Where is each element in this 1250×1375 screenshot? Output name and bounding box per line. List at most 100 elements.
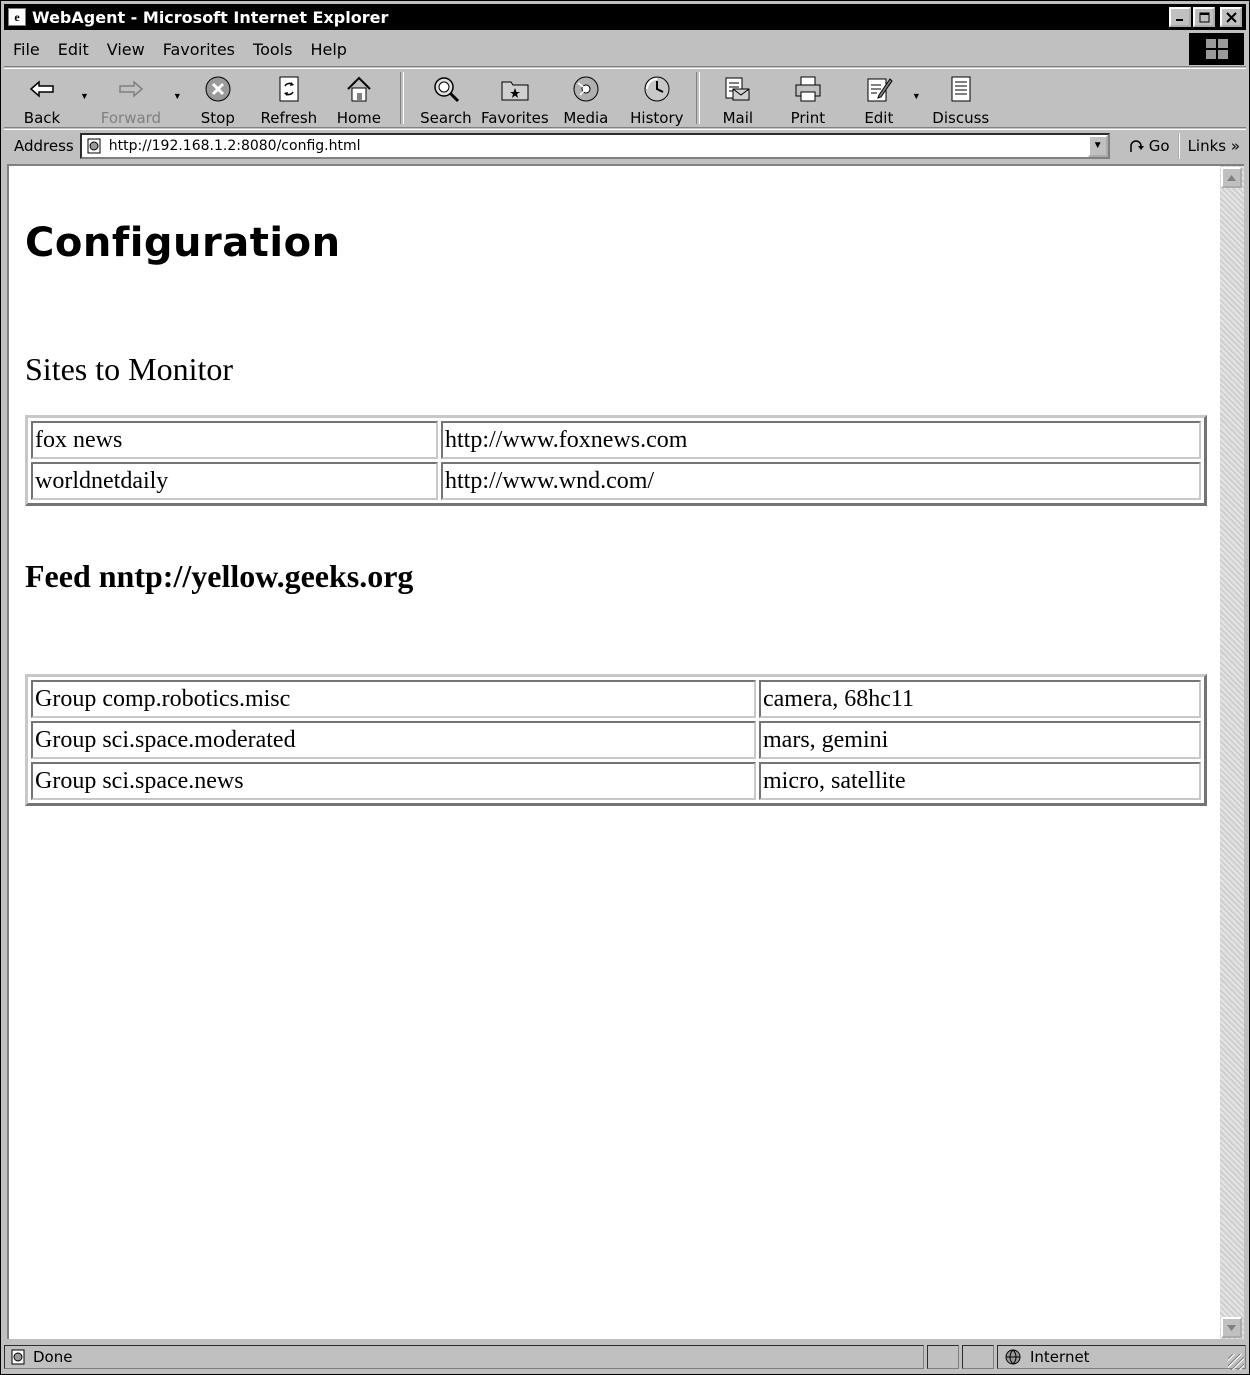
discuss-button[interactable]: Discuss (921, 69, 1001, 127)
back-dropdown-icon[interactable]: ▼ (80, 91, 89, 101)
stop-icon (203, 74, 233, 104)
security-zone-panel: Internet (997, 1345, 1246, 1369)
resize-grip[interactable] (1228, 1354, 1244, 1370)
sites-heading: Sites to Monitor (25, 351, 234, 387)
table-row: fox news http://www.foxnews.com (31, 421, 1201, 459)
table-row: worldnetdaily http://www.wnd.com/ (31, 462, 1201, 500)
status-text: Done (33, 1348, 73, 1366)
back-button[interactable]: Back (4, 69, 80, 127)
refresh-button[interactable]: Refresh (254, 69, 324, 127)
address-dropdown-button[interactable]: ▼ (1087, 134, 1108, 157)
print-button[interactable]: Print (770, 69, 846, 127)
scroll-down-icon (1227, 1324, 1236, 1331)
back-label: Back (23, 109, 61, 127)
mail-label: Mail (722, 109, 754, 127)
search-icon (431, 74, 461, 104)
scroll-up-button[interactable] (1221, 167, 1242, 188)
toolbar-separator (399, 72, 404, 124)
menu-edit[interactable]: Edit (49, 40, 98, 59)
discuss-icon (946, 74, 976, 104)
title-bar[interactable]: e WebAgent - Microsoft Internet Explorer (4, 4, 1246, 30)
site-name-cell: fox news (31, 421, 438, 459)
toolbar-separator (695, 72, 700, 124)
site-url-cell: http://www.foxnews.com (441, 421, 1201, 459)
minimize-button[interactable] (1169, 7, 1191, 27)
favorites-label: Favorites (480, 109, 549, 127)
print-label: Print (790, 109, 826, 127)
history-icon (642, 74, 672, 104)
maximize-icon (1199, 12, 1209, 22)
mail-icon (723, 74, 753, 104)
menu-help[interactable]: Help (301, 40, 355, 59)
group-name-cell: Group sci.space.news (31, 762, 756, 800)
groups-table: Group comp.robotics.misc camera, 68hc11 … (25, 674, 1207, 806)
forward-label: Forward (100, 109, 162, 127)
media-icon (571, 74, 601, 104)
windows-logo-throbber (1189, 33, 1244, 65)
stop-button[interactable]: Stop (182, 69, 254, 127)
page-done-icon (9, 1348, 27, 1366)
links-label: Links (1187, 136, 1227, 155)
scroll-down-button[interactable] (1221, 1317, 1242, 1338)
search-label: Search (420, 109, 472, 127)
forward-dropdown-icon[interactable]: ▼ (173, 91, 182, 101)
status-bar: Done Internet (4, 1342, 1246, 1372)
close-icon (1225, 11, 1237, 23)
refresh-label: Refresh (260, 109, 318, 127)
menu-tools[interactable]: Tools (244, 40, 301, 59)
menu-view[interactable]: View (98, 40, 154, 59)
edit-button[interactable]: Edit (846, 69, 912, 127)
history-label: History (630, 109, 684, 127)
table-row: Group comp.robotics.misc camera, 68hc11 (31, 680, 1201, 718)
edit-label: Edit (864, 109, 894, 127)
close-button[interactable] (1220, 7, 1242, 27)
history-button[interactable]: History (624, 69, 690, 127)
back-arrow-icon (27, 74, 57, 104)
favorites-button[interactable]: Favorites (480, 69, 549, 127)
go-label: Go (1148, 136, 1170, 155)
go-arrow-icon (1130, 139, 1144, 152)
group-keywords-cell: mars, gemini (759, 721, 1201, 759)
status-text-panel: Done (4, 1345, 924, 1369)
vertical-scrollbar[interactable] (1220, 164, 1244, 1339)
ie-app-icon[interactable]: e (8, 8, 26, 26)
table-row: Group sci.space.news micro, satellite (31, 762, 1201, 800)
site-url-cell: http://www.wnd.com/ (441, 462, 1201, 500)
address-url: http://192.168.1.2:8080/config.html (108, 137, 361, 154)
discuss-label: Discuss (932, 109, 990, 127)
go-button[interactable]: Go (1120, 132, 1180, 159)
status-cell (962, 1345, 994, 1369)
chevron-right-icon: » (1230, 136, 1241, 155)
favorites-folder-icon (500, 74, 530, 104)
globe-icon (1004, 1348, 1022, 1366)
standard-toolbar: Back ▼ Forward ▼ Stop Refresh Home Searc… (4, 68, 1246, 128)
printer-icon (793, 74, 823, 104)
address-label: Address (14, 136, 74, 155)
media-button[interactable]: Media (548, 69, 624, 127)
menu-favorites[interactable]: Favorites (154, 40, 244, 59)
address-input[interactable]: http://192.168.1.2:8080/config.html ▼ (79, 132, 1110, 159)
scroll-up-icon (1227, 174, 1236, 181)
page-content: Configuration Sites to Monitor fox news … (7, 164, 1220, 1339)
mail-button[interactable]: Mail (706, 69, 770, 127)
home-icon (344, 74, 374, 104)
browser-window: e WebAgent - Microsoft Internet Explorer… (0, 0, 1250, 1375)
address-bar: Address http://192.168.1.2:8080/config.h… (4, 129, 1246, 161)
menu-file[interactable]: File (4, 40, 49, 59)
links-button[interactable]: Links » (1188, 137, 1241, 155)
edit-dropdown-icon[interactable]: ▼ (912, 91, 921, 101)
window-controls (1169, 7, 1242, 27)
forward-button[interactable]: Forward (89, 69, 173, 127)
table-row: Group sci.space.moderated mars, gemini (31, 721, 1201, 759)
stop-label: Stop (200, 109, 235, 127)
page-title: Configuration (25, 220, 341, 266)
home-button[interactable]: Home (324, 69, 394, 127)
forward-arrow-icon (116, 74, 146, 104)
minimize-icon (1176, 19, 1183, 21)
group-keywords-cell: camera, 68hc11 (759, 680, 1201, 718)
feed-heading: Feed nntp://yellow.geeks.org (25, 558, 414, 594)
status-cell (927, 1345, 959, 1369)
maximize-button[interactable] (1193, 7, 1215, 27)
group-name-cell: Group sci.space.moderated (31, 721, 756, 759)
search-button[interactable]: Search (410, 69, 482, 127)
